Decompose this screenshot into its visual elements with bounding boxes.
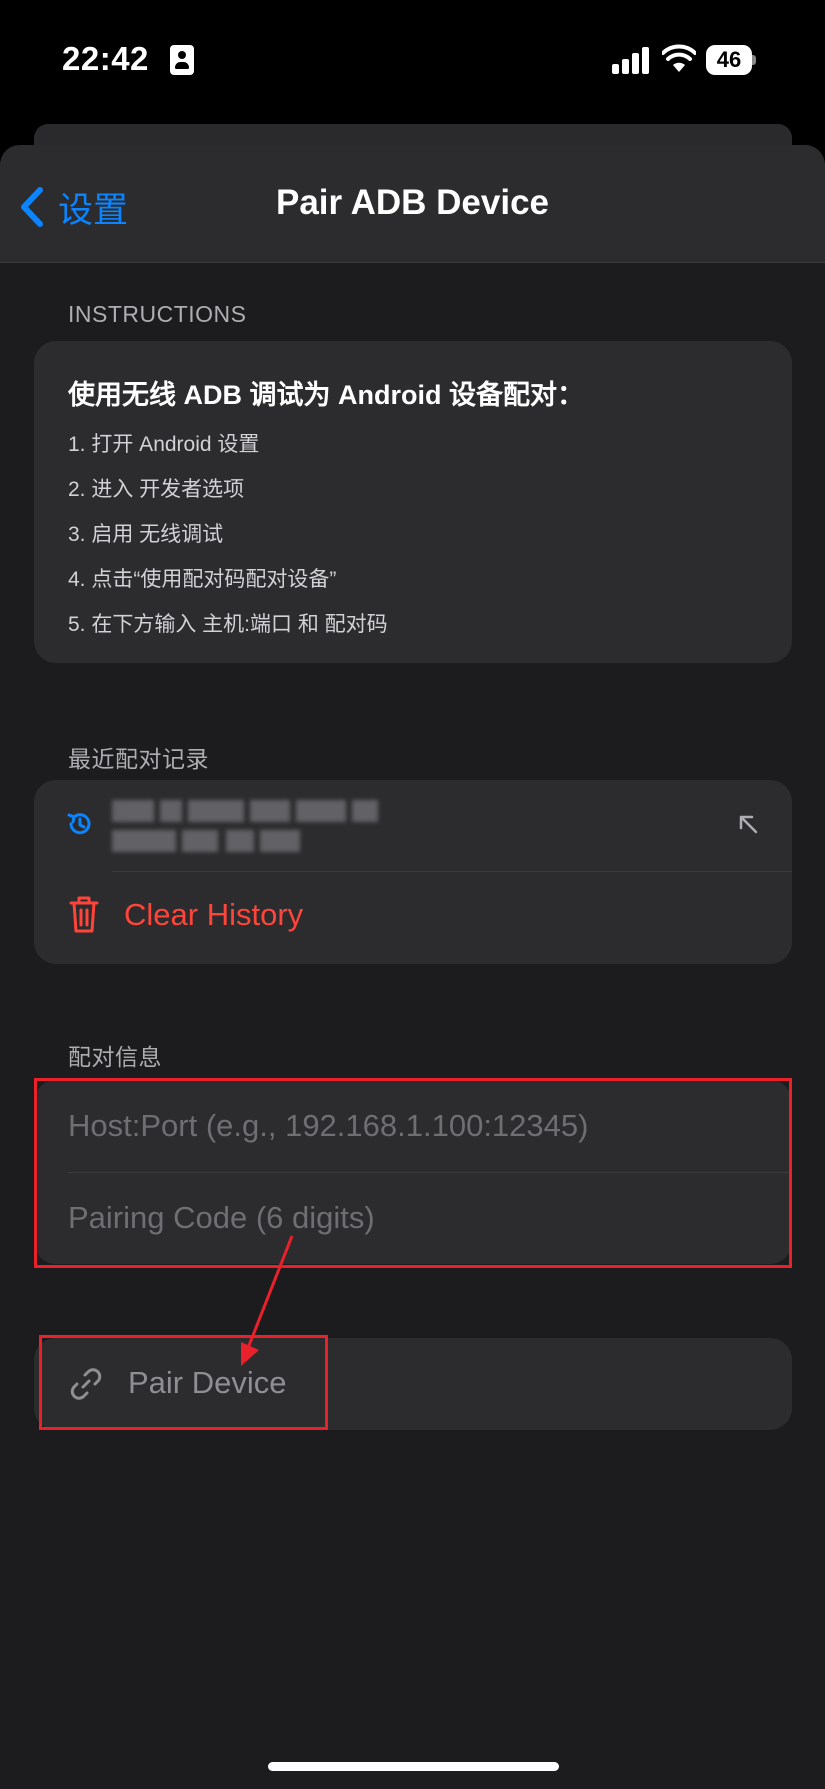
history-icon [67,813,91,835]
pair-device-button[interactable]: Pair Device [34,1338,792,1430]
host-port-field [34,1080,792,1172]
clear-history-button[interactable]: Clear History [34,872,792,964]
clear-history-label: Clear History [124,897,304,932]
pairing-code-field [34,1172,792,1264]
status-bar: 22:42 46 [0,0,825,125]
history-header: 最近配对记录 [68,746,209,772]
pairing-code-input[interactable] [68,1172,758,1264]
page-title: Pair ADB Device [276,183,549,222]
instruction-step: 4. 点击“使用配对码配对设备” [68,568,337,591]
link-icon [70,1368,102,1400]
contact-card-icon [170,45,194,75]
instruction-step: 3. 启用 无线调试 [68,523,224,546]
modal-sheet: 设置 Pair ADB Device INSTRUCTIONS 使用无线 ADB… [0,145,825,1789]
instruction-step: 5. 在下方输入 主机:端口 和 配对码 [68,613,388,636]
cellular-signal-icon [612,46,652,74]
pairing-header: 配对信息 [68,1044,162,1070]
status-time: 22:42 [62,40,149,77]
arrow-up-left-icon[interactable] [736,812,760,836]
instructions-header: INSTRUCTIONS [68,301,247,327]
pair-device-label: Pair Device [128,1365,287,1400]
navigation-bar: 设置 Pair ADB Device [0,145,825,263]
battery-level: 46 [706,45,752,75]
instruction-step: 2. 进入 开发者选项 [68,478,245,501]
wifi-icon [662,44,696,72]
instruction-step: 1. 打开 Android 设置 [68,433,260,456]
instructions-card: 使用无线 ADB 调试为 Android 设备配对： 1. 打开 Android… [34,341,792,663]
instructions-title: 使用无线 ADB 调试为 Android 设备配对： [68,380,584,410]
history-card: Clear History [34,780,792,964]
pairing-card [34,1080,792,1264]
battery-icon: 46 [706,45,756,75]
home-indicator [268,1762,559,1771]
redacted-history-detail [112,830,312,852]
trash-icon [69,896,99,933]
host-port-input[interactable] [68,1080,758,1172]
history-entry[interactable] [34,780,792,872]
redacted-history-host [112,800,382,822]
